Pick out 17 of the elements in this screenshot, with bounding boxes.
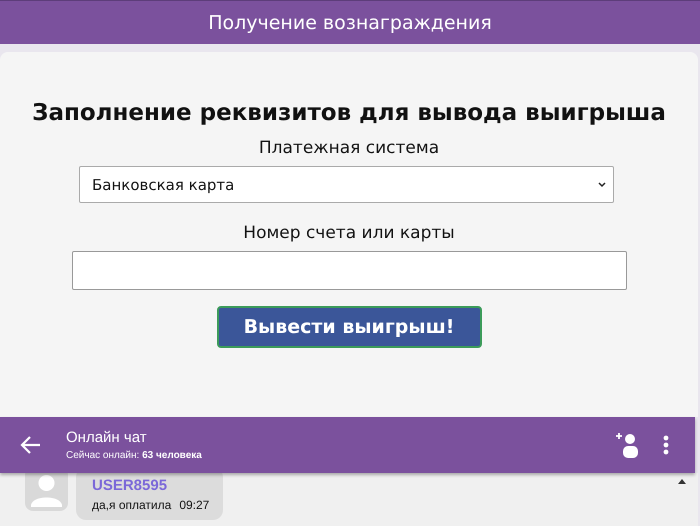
account-input[interactable] xyxy=(72,251,626,290)
field-label: Платежная система xyxy=(258,138,440,158)
more-icon[interactable] xyxy=(663,435,669,455)
message-text: да,я оплатила xyxy=(92,498,172,512)
online-count: Сейчас онлайн: 63 человека xyxy=(66,450,203,461)
withdraw-button[interactable]: Вывести выигрыш! xyxy=(216,306,482,348)
payment-dropdown[interactable]: Банковская карта xyxy=(79,166,614,203)
form-title: Заполнение реквизитов для вывода выигрыша xyxy=(32,100,666,126)
chevron-icon xyxy=(597,180,607,188)
chat-title: Онлайн чат xyxy=(66,429,148,446)
field-label: Номер счета или карты xyxy=(243,223,455,243)
scroll-up-icon[interactable] xyxy=(678,478,686,484)
add-user-icon[interactable] xyxy=(615,431,639,459)
message-author: USER8595 xyxy=(92,477,168,494)
back-arrow-icon[interactable] xyxy=(20,435,42,455)
page-title: Получение вознаграждения xyxy=(208,12,492,34)
message-time: 09:27 xyxy=(179,498,210,512)
